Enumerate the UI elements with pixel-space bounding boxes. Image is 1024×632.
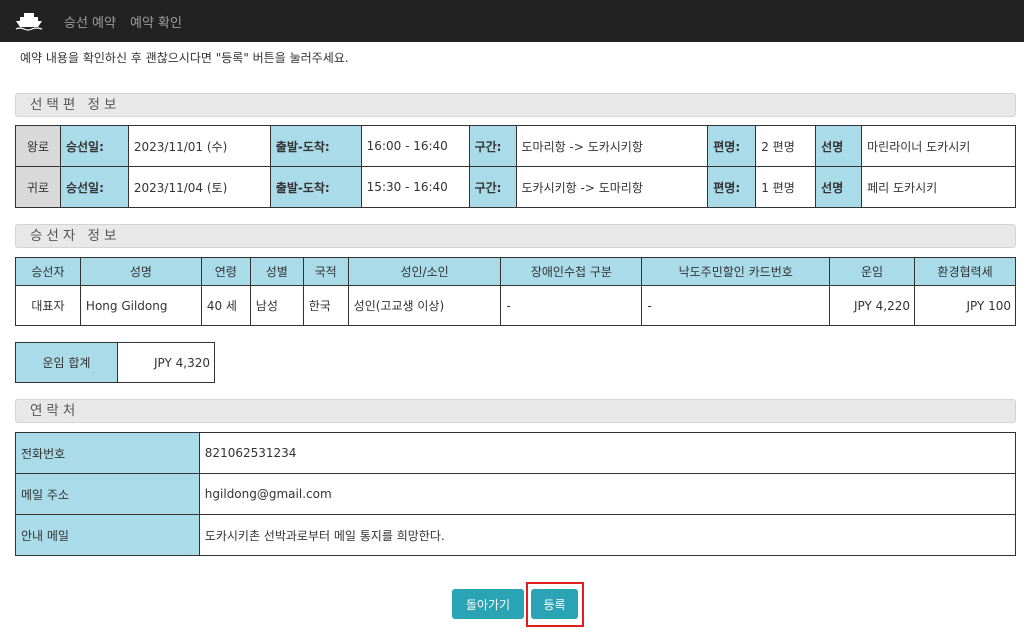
trip-route-label: 구간: bbox=[468, 125, 517, 167]
trip-time-label: 출발-도착: bbox=[269, 125, 362, 167]
col-header: 승선자 bbox=[15, 257, 81, 286]
contact-label: 전화번호 bbox=[15, 432, 200, 474]
passenger-type: 대표자 bbox=[15, 285, 81, 326]
passenger-gender: 남성 bbox=[249, 285, 304, 326]
top-navbar: 승선 예약 예약 확인 bbox=[0, 0, 1024, 42]
contact-row-phone: 전화번호 821062531234 bbox=[15, 432, 1017, 474]
intro-text: 예약 내용을 확인하신 후 괜찮으시다면 "등록" 버튼을 눌러주세요. bbox=[20, 51, 349, 65]
contact-label: 메일 주소 bbox=[15, 473, 200, 515]
back-button[interactable]: 돌아가기 bbox=[452, 589, 524, 619]
contact-label: 안내 메일 bbox=[15, 514, 200, 556]
col-header: 연령 bbox=[200, 257, 251, 286]
trip-route-label: 구간: bbox=[468, 166, 517, 208]
trip-time: 16:00 - 16:40 bbox=[360, 125, 470, 167]
contact-table: 전화번호 821062531234 메일 주소 hgildong@gmail.c… bbox=[15, 432, 1017, 556]
trip-direction: 귀로 bbox=[15, 166, 61, 208]
trip-time-label: 출발-도착: bbox=[269, 166, 362, 208]
passenger-fare: JPY 4,220 bbox=[829, 285, 916, 326]
trip-direction: 왕로 bbox=[15, 125, 61, 167]
trip-route: 도카시키항 -> 도마리항 bbox=[515, 166, 709, 208]
trip-date-label: 승선일: bbox=[59, 166, 129, 208]
section-contact-header: 연락처 bbox=[15, 399, 1016, 423]
trip-count: 1 편명 bbox=[755, 166, 817, 208]
contact-phone-value: 821062531234 bbox=[198, 432, 1017, 474]
passenger-env-tax: JPY 100 bbox=[914, 285, 1016, 326]
section-passenger-header: 승선자 정보 bbox=[15, 224, 1016, 248]
trip-ship: 페리 도카시키 bbox=[861, 166, 1016, 208]
trip-table: 왕로 승선일: 2023/11/01 (수) 출발-도착: 16:00 - 16… bbox=[15, 125, 1016, 208]
trip-ship-label: 선명 bbox=[815, 166, 863, 208]
passenger-age: 40 세 bbox=[200, 285, 251, 326]
col-header: 운임 bbox=[829, 257, 916, 286]
trip-row-return: 귀로 승선일: 2023/11/04 (토) 출발-도착: 15:30 - 16… bbox=[15, 166, 1016, 208]
trip-count-label: 편명: bbox=[707, 166, 757, 208]
col-header: 환경협력세 bbox=[914, 257, 1016, 286]
trip-date: 2023/11/04 (토) bbox=[127, 166, 271, 208]
trip-date: 2023/11/01 (수) bbox=[127, 125, 271, 167]
trip-route: 도마리항 -> 도카시키항 bbox=[515, 125, 709, 167]
section-trip-header: 선택편 정보 bbox=[15, 93, 1016, 117]
nav-booking-link[interactable]: 승선 예약 bbox=[64, 12, 116, 31]
passenger-nationality: 한국 bbox=[302, 285, 349, 326]
trip-time: 15:30 - 16:40 bbox=[360, 166, 470, 208]
col-header: 장애인수첩 구분 bbox=[500, 257, 643, 286]
register-highlight-box bbox=[526, 582, 584, 627]
fare-total-table: 운임 합계 JPY 4,320 bbox=[15, 342, 215, 383]
trip-date-label: 승선일: bbox=[59, 125, 129, 167]
passenger-category: 성인(고교생 이상) bbox=[347, 285, 502, 326]
nav-confirm-link[interactable]: 예약 확인 bbox=[130, 12, 182, 31]
passenger-table: 승선자 성명 연령 성별 국적 성인/소인 장애인수첩 구분 낙도주민할인 카드… bbox=[15, 257, 1016, 326]
trip-count: 2 편명 bbox=[755, 125, 817, 167]
col-header: 성명 bbox=[79, 257, 202, 286]
passenger-disability: - bbox=[500, 285, 643, 326]
fare-total-label: 운임 합계 bbox=[15, 342, 118, 383]
col-header: 성별 bbox=[249, 257, 304, 286]
trip-ship-label: 선명 bbox=[815, 125, 863, 167]
contact-email-value: hgildong@gmail.com bbox=[198, 473, 1017, 515]
passenger-header-row: 승선자 성명 연령 성별 국적 성인/소인 장애인수첩 구분 낙도주민할인 카드… bbox=[15, 257, 1016, 286]
fare-total-value: JPY 4,320 bbox=[117, 342, 215, 383]
contact-notice-value: 도카시키촌 선박과로부터 메일 통지를 희망한다. bbox=[198, 514, 1017, 556]
trip-count-label: 편명: bbox=[707, 125, 757, 167]
col-header: 낙도주민할인 카드번호 bbox=[641, 257, 831, 286]
col-header: 국적 bbox=[302, 257, 349, 286]
contact-row-email: 메일 주소 hgildong@gmail.com bbox=[15, 473, 1017, 515]
table-row: 대표자 Hong Gildong 40 세 남성 한국 성인(고교생 이상) -… bbox=[15, 285, 1016, 326]
trip-ship: 마린라이너 도카시키 bbox=[861, 125, 1016, 167]
ship-logo-icon[interactable] bbox=[14, 10, 44, 32]
passenger-island-card: - bbox=[641, 285, 831, 326]
col-header: 성인/소인 bbox=[347, 257, 502, 286]
contact-row-notice: 안내 메일 도카시키촌 선박과로부터 메일 통지를 희망한다. bbox=[15, 514, 1017, 556]
trip-row-outbound: 왕로 승선일: 2023/11/01 (수) 출발-도착: 16:00 - 16… bbox=[15, 125, 1016, 167]
passenger-name: Hong Gildong bbox=[79, 285, 202, 326]
